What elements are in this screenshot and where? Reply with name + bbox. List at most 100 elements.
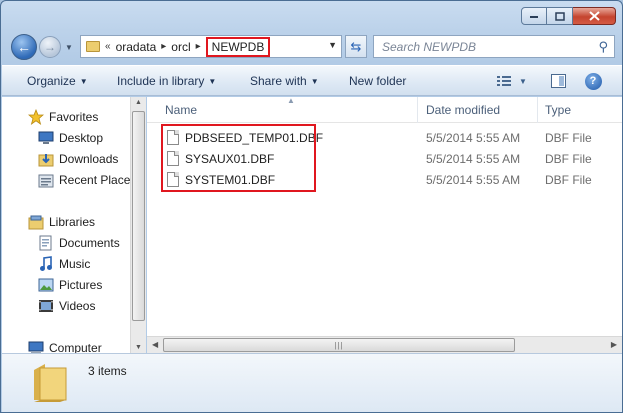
chevron-left-icon[interactable]: ◀ <box>152 340 158 349</box>
search-icon[interactable]: ⚲ <box>598 39 608 55</box>
chevron-down-icon[interactable]: ▼ <box>328 40 337 50</box>
column-name[interactable]: Name <box>165 103 197 117</box>
navigation-pane-scrollbar[interactable]: ▲ ▼ <box>130 97 146 353</box>
nav-item-recent-places[interactable]: Recent Place <box>38 172 130 188</box>
navigation-pane: Favorites Desktop Downloads Recent Place… <box>2 97 130 353</box>
maximize-button[interactable] <box>547 7 573 25</box>
maximize-icon <box>554 11 565 21</box>
recent-places-icon <box>38 172 54 188</box>
column-divider[interactable] <box>417 97 418 123</box>
command-bar: Organize ▼ Include in library ▼ Share with… <box>2 65 622 96</box>
preview-pane-icon <box>550 74 566 88</box>
annotation-highlight-box <box>161 124 316 192</box>
recent-pages-dropdown[interactable]: ▼ <box>65 43 73 52</box>
nav-label: Computer <box>49 341 102 353</box>
desktop-icon <box>38 130 54 146</box>
new-folder-label: New folder <box>349 74 407 88</box>
downloads-icon <box>38 151 54 167</box>
refresh-icon: ⇆ <box>350 38 362 54</box>
nav-item-pictures[interactable]: Pictures <box>38 277 102 293</box>
file-type: DBF File <box>545 173 592 187</box>
nav-label: Favorites <box>49 110 99 124</box>
chevron-down-icon[interactable]: ▼ <box>135 344 142 351</box>
star-icon <box>28 109 44 125</box>
chevron-down-icon: ▼ <box>208 77 217 86</box>
address-bar[interactable]: « oradata ▸ orcl ▸ NEWPDB ▼ <box>80 35 342 58</box>
chevron-down-icon: ▼ <box>310 77 319 86</box>
breadcrumb-oradata[interactable]: oradata <box>116 40 157 54</box>
videos-icon <box>38 298 54 314</box>
details-pane: 3 items <box>2 353 622 412</box>
nav-item-computer[interactable]: Computer <box>28 340 102 353</box>
refresh-button[interactable]: ⇆ <box>345 35 367 58</box>
share-with-label: Share with <box>250 74 307 88</box>
arrow-right-icon: → <box>44 40 56 54</box>
column-date-modified[interactable]: Date modified <box>426 103 500 117</box>
column-divider[interactable] <box>537 97 538 123</box>
file-type: DBF File <box>545 152 592 166</box>
breadcrumb-newpdb[interactable]: NEWPDB <box>205 36 271 57</box>
nav-item-videos[interactable]: Videos <box>38 298 95 314</box>
music-icon <box>38 256 54 272</box>
file-date: 5/5/2014 5:55 AM <box>426 131 521 145</box>
caption-buttons <box>521 7 616 25</box>
nav-label: Desktop <box>59 131 104 145</box>
breadcrumb-separator[interactable]: ▸ <box>196 41 201 52</box>
pictures-icon <box>38 277 54 293</box>
preview-pane-button[interactable] <box>549 72 567 90</box>
nav-item-favorites[interactable]: Favorites <box>28 109 98 125</box>
file-date: 5/5/2014 5:55 AM <box>426 152 521 166</box>
nav-label: Music <box>59 257 91 271</box>
sort-ascending-icon: ▲ <box>287 97 295 105</box>
forward-button[interactable]: → <box>39 36 61 58</box>
file-list: ▲ Name Date modified Type PDBSEED_TEMP01… <box>147 97 622 353</box>
file-list-horizontal-scrollbar[interactable]: ◀ ||| ▶ <box>147 336 622 353</box>
organize-label: Organize <box>27 74 76 88</box>
item-count: 3 items <box>88 364 127 378</box>
nav-item-music[interactable]: Music <box>38 256 90 272</box>
nav-item-libraries[interactable]: Libraries <box>28 214 95 230</box>
nav-label: Downloads <box>59 152 119 166</box>
help-button[interactable]: ? <box>584 72 602 90</box>
search-input[interactable]: Search NEWPDB ⚲ <box>373 35 615 58</box>
nav-item-downloads[interactable]: Downloads <box>38 151 118 167</box>
organize-menu[interactable]: Organize ▼ <box>27 74 88 88</box>
explorer-window: ← → ▼ « oradata ▸ orcl ▸ NEWPDB ▼ ⇆ Sear… <box>0 0 623 413</box>
include-in-library-menu[interactable]: Include in library ▼ <box>117 74 216 88</box>
column-header: ▲ Name Date modified Type <box>147 97 622 123</box>
column-type[interactable]: Type <box>545 103 571 117</box>
back-button[interactable]: ← <box>11 34 37 60</box>
chevron-up-icon[interactable]: ▲ <box>135 99 142 106</box>
grip-icon: ||| <box>334 340 344 350</box>
view-details-icon <box>497 76 512 86</box>
nav-item-desktop[interactable]: Desktop <box>38 130 103 146</box>
search-placeholder: Search NEWPDB <box>382 39 477 54</box>
chevron-right-icon[interactable]: ▶ <box>611 340 617 349</box>
share-with-menu[interactable]: Share with ▼ <box>250 74 319 88</box>
libraries-icon <box>28 214 44 230</box>
close-button[interactable] <box>573 7 616 25</box>
nav-label: Libraries <box>49 215 96 229</box>
change-view-button[interactable]: ▼ <box>494 72 530 90</box>
folder-icon <box>34 364 67 402</box>
breadcrumb-separator[interactable]: ▸ <box>161 41 166 52</box>
nav-item-documents[interactable]: Documents <box>38 235 120 251</box>
nav-label: Pictures <box>59 278 103 292</box>
folder-icon <box>86 41 100 52</box>
chevron-down-icon: ▼ <box>79 77 88 86</box>
include-in-library-label: Include in library <box>117 74 205 88</box>
scrollbar-thumb[interactable] <box>132 111 145 321</box>
documents-icon <box>38 235 54 251</box>
help-icon: ? <box>584 72 602 90</box>
arrow-left-icon: ← <box>17 39 31 55</box>
breadcrumb-overflow[interactable]: « <box>105 41 111 52</box>
file-date: 5/5/2014 5:55 AM <box>426 173 521 187</box>
scrollbar-thumb[interactable]: ||| <box>163 338 515 352</box>
breadcrumb-orcl[interactable]: orcl <box>171 40 190 54</box>
chevron-down-icon: ▼ <box>519 76 527 86</box>
close-icon <box>588 11 600 21</box>
new-folder-button[interactable]: New folder <box>349 74 406 88</box>
minimize-button[interactable] <box>521 7 547 25</box>
nav-label: Videos <box>59 299 96 313</box>
nav-label: Documents <box>59 236 120 250</box>
